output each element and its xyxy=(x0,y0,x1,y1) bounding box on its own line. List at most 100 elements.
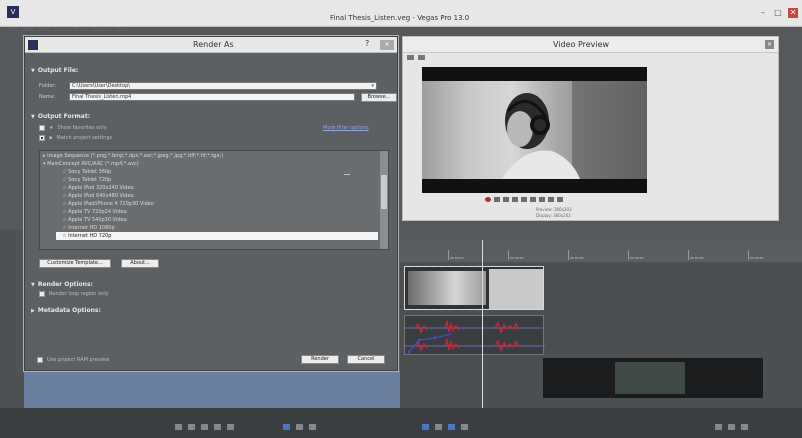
preview-split-icon[interactable] xyxy=(418,55,425,60)
loop-button[interactable] xyxy=(494,197,500,202)
list-item[interactable]: ☆ Sony Tablet 360p xyxy=(62,168,111,176)
customize-template-button[interactable]: Customize Template... xyxy=(39,259,111,268)
ruler-label: 00:00:35 xyxy=(690,256,704,260)
list-item-selected[interactable]: ☆ Internet HD 720p xyxy=(56,232,378,240)
preview-settings-icon[interactable] xyxy=(407,55,414,60)
name-input[interactable]: Final Thesis_Listen.mp4 xyxy=(69,93,355,101)
browse-button[interactable]: Browse... xyxy=(361,93,397,102)
timeline-tool-icon[interactable] xyxy=(175,424,182,430)
menu-edit[interactable]: Edit xyxy=(23,27,33,33)
prev-frame-button[interactable] xyxy=(539,197,545,202)
cancel-button[interactable]: Cancel xyxy=(347,355,385,364)
audio-event[interactable] xyxy=(404,315,545,355)
list-item[interactable]: ☆ Apple iPod 640x480 Video xyxy=(62,192,134,200)
time-ruler[interactable]: 00:00:15 00:00:20 00:00:25 00:00:30 00:0… xyxy=(400,240,802,262)
loop-region-row[interactable]: Render loop region only xyxy=(39,291,109,297)
collapse-triangle-icon: ▼ xyxy=(31,114,35,120)
list-item[interactable]: ☆ Apple iPod 320x240 Video xyxy=(62,184,134,192)
expand-triangle-icon: ▶ xyxy=(31,308,35,314)
timeline-tool-icon[interactable] xyxy=(461,424,468,430)
close-window-button[interactable]: ✕ xyxy=(788,8,798,18)
show-favorites-checkbox[interactable] xyxy=(39,125,45,131)
snap-tool-icon[interactable] xyxy=(422,424,429,430)
ruler-tick xyxy=(688,250,689,260)
help-button[interactable]: ? xyxy=(365,39,369,48)
timeline-tool-icon[interactable] xyxy=(188,424,195,430)
video-event-thumbnail xyxy=(408,271,486,305)
vegas-pro-window: V Final Thesis_Listen.veg - Vegas Pro 13… xyxy=(0,0,802,438)
zoom-icon[interactable] xyxy=(715,424,722,430)
more-filter-link[interactable]: More filter options xyxy=(323,125,369,131)
menu-help[interactable]: Help xyxy=(116,27,127,33)
go-to-end-button[interactable] xyxy=(557,197,563,202)
zoom-icon[interactable] xyxy=(728,424,735,430)
render-button[interactable]: Render xyxy=(301,355,339,364)
loop-region-checkbox[interactable] xyxy=(39,291,45,297)
output-format-section[interactable]: ▼ Output Format: xyxy=(31,113,90,120)
ram-preview-checkbox[interactable] xyxy=(37,357,43,363)
pause-button[interactable] xyxy=(521,197,527,202)
match-project-row[interactable]: ▪ Match project settings xyxy=(39,135,112,141)
menu-tools[interactable]: Tools xyxy=(74,27,86,33)
render-as-close-button[interactable]: ✕ xyxy=(380,40,394,50)
menu-file[interactable]: File xyxy=(10,27,18,33)
video-preview-close-button[interactable]: ✕ xyxy=(765,40,774,49)
scrollbar-thumb[interactable] xyxy=(381,175,387,209)
name-label: Name: xyxy=(39,94,56,100)
list-item[interactable]: ☆ Sony Tablet 720p xyxy=(62,176,111,184)
about-button[interactable]: About... xyxy=(121,259,159,268)
collapse-triangle-icon: ▼ xyxy=(31,68,35,74)
list-item[interactable]: ☆ Apple iPad/iPhone 4 720p30 Video xyxy=(62,200,154,208)
ruler-tick xyxy=(508,250,509,260)
play-button[interactable] xyxy=(512,197,518,202)
video-event-fade xyxy=(489,269,543,309)
vegas-logo-icon: V xyxy=(7,6,19,18)
output-file-section[interactable]: ▼ Output File: xyxy=(31,67,78,74)
timeline-tool-icon[interactable] xyxy=(435,424,442,430)
folder-dropdown[interactable]: C:\Users\User\Desktop\ ▾ xyxy=(69,82,377,90)
list-item[interactable]: ▸ Image Sequence (*.png;*.bmp;*.dpx;*.ex… xyxy=(43,152,223,160)
list-item[interactable]: ☆ Internet HD 1080p xyxy=(62,224,115,232)
timeline-tool-icon[interactable] xyxy=(201,424,208,430)
list-item[interactable]: ☆ Apple TV 720p24 Video xyxy=(62,208,127,216)
playhead[interactable] xyxy=(482,240,483,408)
metadata-options-heading: Metadata Options: xyxy=(37,307,101,314)
timeline-tool-icon[interactable] xyxy=(227,424,234,430)
ram-preview-label: Use project RAM preview xyxy=(47,357,110,363)
match-project-checkbox[interactable] xyxy=(39,135,45,141)
timeline[interactable]: 00:00:15 00:00:20 00:00:25 00:00:30 00:0… xyxy=(400,240,802,408)
audio-waveform-icon xyxy=(405,319,545,354)
menu-options[interactable]: Options xyxy=(92,27,111,33)
zoom-icon[interactable] xyxy=(741,424,748,430)
record-button[interactable] xyxy=(485,197,491,202)
edit-tool-icon[interactable] xyxy=(283,424,290,430)
template-list[interactable]: ▸ Image Sequence (*.png;*.bmp;*.dpx;*.ex… xyxy=(39,150,389,250)
template-list-scrollbar[interactable] xyxy=(380,151,388,249)
list-item[interactable]: ☆ Apple TV 540p30 Video xyxy=(62,216,127,224)
collapse-triangle-icon: ▼ xyxy=(31,282,35,288)
menu-view[interactable]: View xyxy=(38,27,50,33)
list-item[interactable]: ▾ MainConcept AVC/AAC (*.mp4;*.avc) xyxy=(43,160,139,168)
ripple-tool-icon[interactable] xyxy=(448,424,455,430)
show-favorites-row[interactable]: ★ Show favorites only xyxy=(39,125,107,131)
timeline-tool-icon[interactable] xyxy=(214,424,221,430)
folder-label: Folder: xyxy=(39,83,57,89)
stop-button[interactable] xyxy=(530,197,536,202)
video-event[interactable] xyxy=(404,266,544,310)
video-event-2[interactable] xyxy=(543,358,763,398)
metadata-options-section[interactable]: ▶ Metadata Options: xyxy=(31,307,101,314)
ram-preview-row[interactable]: Use project RAM preview xyxy=(37,357,109,363)
track-header-panel xyxy=(0,230,24,408)
render-as-title: Render As xyxy=(193,40,234,49)
next-frame-button[interactable] xyxy=(548,197,554,202)
timeline-tool-icon[interactable] xyxy=(296,424,303,430)
minimize-button[interactable]: – xyxy=(758,8,768,18)
maximize-button[interactable]: □ xyxy=(773,8,783,18)
play-from-start-button[interactable] xyxy=(503,197,509,202)
timeline-tool-icon[interactable] xyxy=(309,424,316,430)
match-project-label: Match project settings xyxy=(56,135,113,141)
menu-bar: File Edit View Insert Tools Options Help xyxy=(10,27,127,33)
menu-insert[interactable]: Insert xyxy=(55,27,69,33)
render-options-section[interactable]: ▼ Render Options: xyxy=(31,281,93,288)
output-format-heading: Output Format: xyxy=(37,113,91,120)
